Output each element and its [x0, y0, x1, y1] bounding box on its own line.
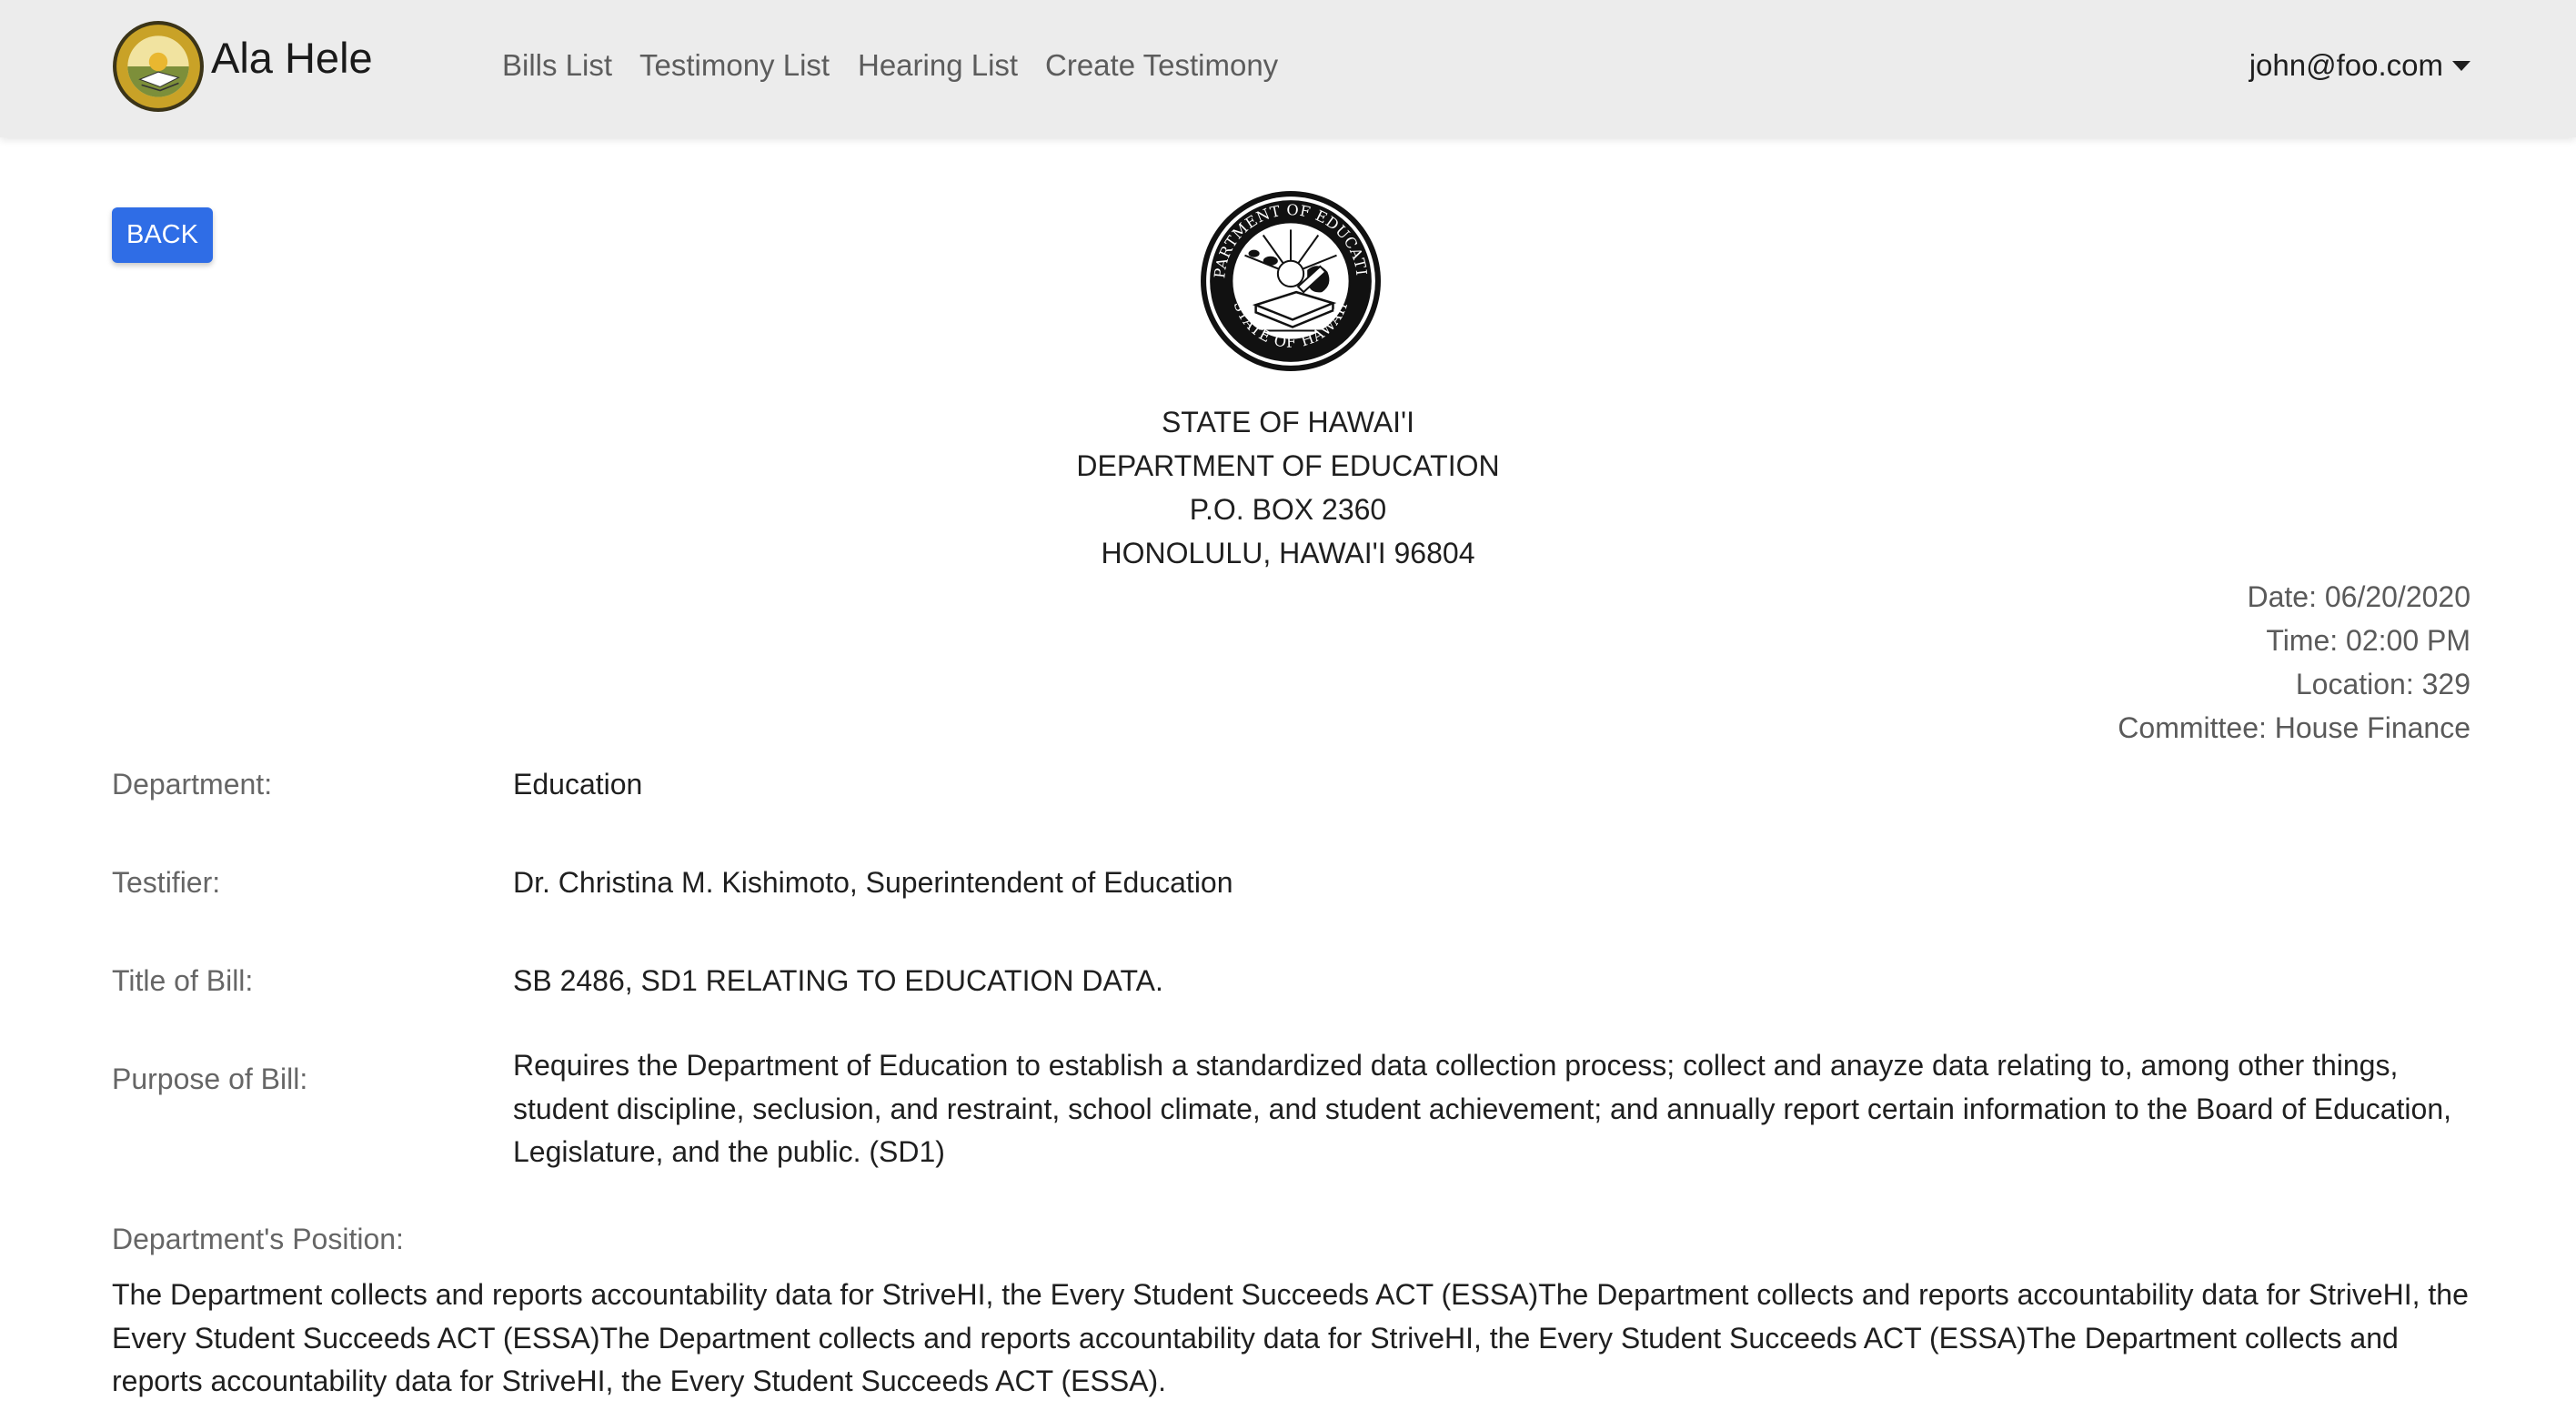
caret-down-icon — [2452, 60, 2470, 71]
position-label: Department's Position: — [112, 1223, 404, 1255]
department-value: Education — [513, 768, 643, 801]
back-button[interactable]: BACK — [112, 207, 213, 263]
hearing-date: Date: 06/20/2020 — [2247, 580, 2470, 613]
address-department: DEPARTMENT OF EDUCATION — [1076, 449, 1500, 482]
nav-bills-list[interactable]: Bills List — [502, 45, 612, 86]
bill-title-value: SB 2486, SD1 RELATING TO EDUCATION DATA. — [513, 964, 1163, 997]
nav-testimony-list[interactable]: Testimony List — [639, 45, 830, 86]
nav-create-testimony[interactable]: Create Testimony — [1045, 45, 1278, 86]
address-city: HONOLULU, HAWAI'I 96804 — [1101, 537, 1475, 569]
hearing-committee: Committee: House Finance — [2118, 711, 2470, 744]
user-email: john@foo.com — [2249, 48, 2443, 82]
nav-hearing-list[interactable]: Hearing List — [858, 45, 1018, 86]
hawaii-doe-seal-icon: DEPARTMENT OF EDUCATION STATE OF HAWAII — [1199, 189, 1381, 371]
address-po-box: P.O. BOX 2360 — [1189, 493, 1387, 526]
hawaii-doe-seal-icon[interactable] — [112, 20, 205, 113]
testifier-label: Testifier: — [112, 866, 221, 899]
brand-name[interactable]: Ala Hele — [211, 31, 373, 86]
hearing-location: Location: 329 — [2295, 668, 2470, 700]
navbar: Ala Hele Bills List Testimony List Heari… — [0, 0, 2576, 137]
bill-title-label: Title of Bill: — [112, 964, 254, 997]
testifier-value: Dr. Christina M. Kishimoto, Superintende… — [513, 866, 1233, 899]
department-label: Department: — [112, 768, 273, 801]
user-menu[interactable]: john@foo.com — [2249, 45, 2470, 86]
hearing-time: Time: 02:00 PM — [2266, 624, 2470, 657]
position-value: The Department collects and reports acco… — [112, 1278, 2469, 1397]
purpose-label: Purpose of Bill: — [112, 1063, 308, 1095]
purpose-value: Requires the Department of Education to … — [513, 1049, 2452, 1168]
address-state: STATE OF HAWAI'I — [1161, 406, 1415, 438]
